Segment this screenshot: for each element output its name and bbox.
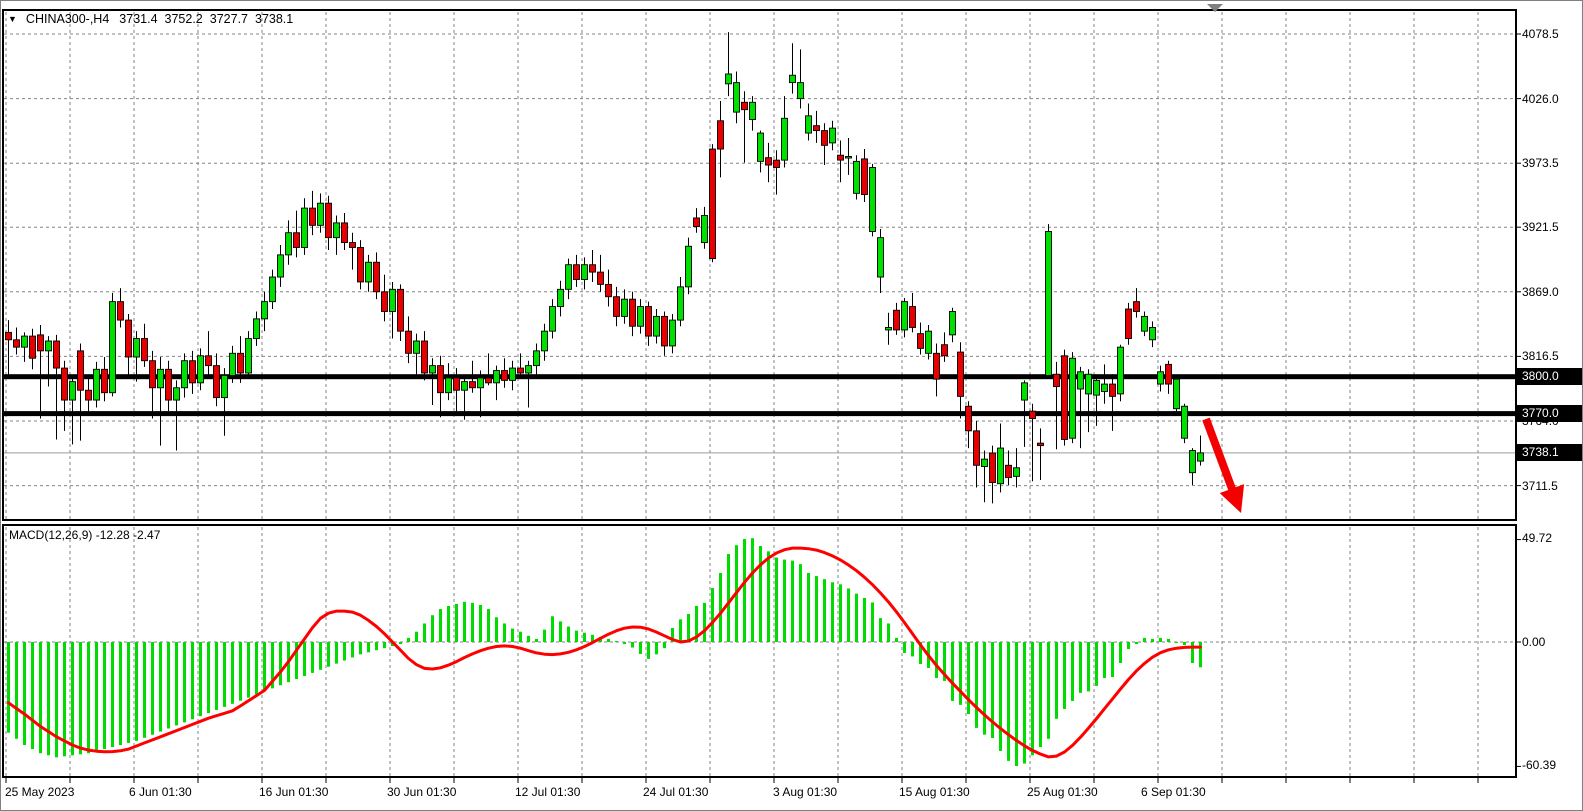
- price-axis-label: 3921.5: [1522, 220, 1559, 234]
- macd-indicator-label: MACD(12,26,9) -12.28 -2.47: [9, 528, 160, 542]
- macd-scale-top: 49.72: [1522, 531, 1552, 545]
- macd-scale-zero: 0.00: [1522, 635, 1545, 649]
- macd-scale-bottom: -60.39: [1522, 758, 1556, 772]
- price-level-badge: 3770.0: [1517, 405, 1582, 422]
- price-axis-label: 3816.5: [1522, 349, 1559, 363]
- sell-signal-arrow[interactable]: [1206, 419, 1234, 494]
- price-level-badge: 3800.0: [1517, 368, 1582, 385]
- ohlc-low: 3727.7: [210, 12, 248, 26]
- price-axis-label: 4026.0: [1522, 92, 1559, 106]
- price-axis-label: 3973.5: [1522, 156, 1559, 170]
- ohlc-high: 3752.2: [165, 12, 203, 26]
- time-axis-label: 6 Sep 01:30: [1141, 785, 1206, 799]
- time-axis-label: 6 Jun 01:30: [129, 785, 192, 799]
- time-axis-label: 15 Aug 01:30: [899, 785, 970, 799]
- time-axis-label: 25 Aug 01:30: [1027, 785, 1098, 799]
- trading-chart-window: ▼ CHINA300-,H4 3731.4 3752.2 3727.7 3738…: [0, 0, 1583, 811]
- ohlc-open: 3731.4: [119, 12, 157, 26]
- time-axis-label: 30 Jun 01:30: [387, 785, 456, 799]
- time-axis-label: 3 Aug 01:30: [773, 785, 837, 799]
- time-axis-label: 12 Jul 01:30: [515, 785, 580, 799]
- symbol-period-label: CHINA300-,H4: [26, 12, 109, 26]
- ohlc-close: 3738.1: [255, 12, 293, 26]
- time-axis-label: 16 Jun 01:30: [259, 785, 328, 799]
- price-axis-label: 3711.5: [1522, 479, 1558, 493]
- price-axis-label: 4078.5: [1522, 27, 1559, 41]
- symbol-dropdown-icon[interactable]: ▼: [8, 14, 17, 24]
- price-level-badge: 3738.1: [1517, 444, 1582, 461]
- time-axis-label: 25 May 2023: [5, 785, 74, 799]
- chart-canvas[interactable]: [1, 1, 1583, 811]
- time-axis-label: 24 Jul 01:30: [643, 785, 708, 799]
- chart-ohlc-header: ▼ CHINA300-,H4 3731.4 3752.2 3727.7 3738…: [8, 12, 293, 26]
- price-axis-label: 3869.0: [1522, 285, 1559, 299]
